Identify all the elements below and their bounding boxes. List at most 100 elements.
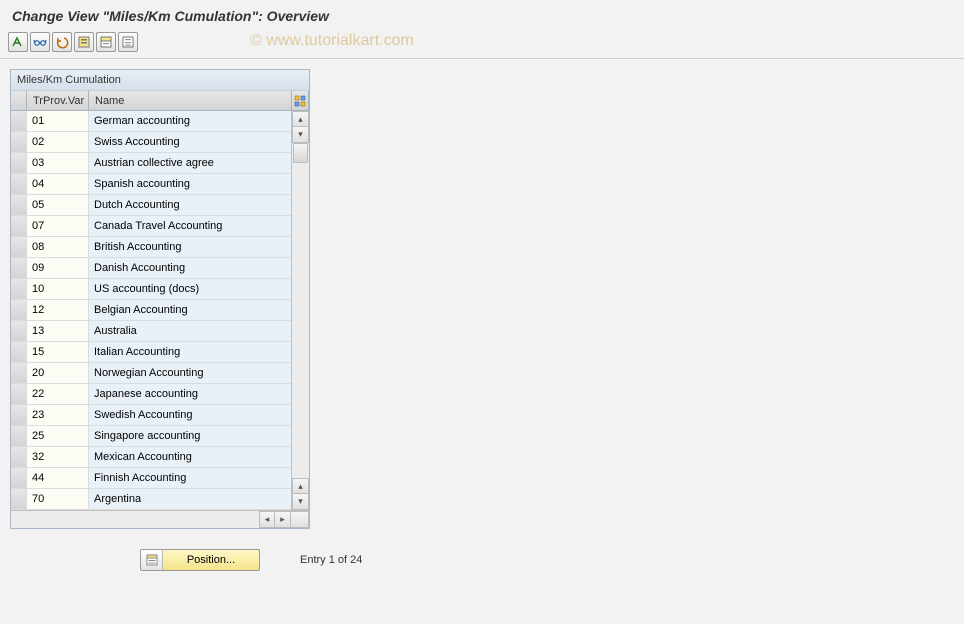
table-row[interactable]: 02Swiss Accounting: [11, 132, 291, 153]
row-selector[interactable]: [11, 132, 27, 152]
row-selector[interactable]: [11, 321, 27, 341]
cell-trprov[interactable]: 10: [27, 279, 89, 299]
table-header: TrProv.Var Name: [11, 91, 309, 111]
header-select-column[interactable]: [11, 91, 27, 110]
row-selector[interactable]: [11, 300, 27, 320]
cell-trprov[interactable]: 13: [27, 321, 89, 341]
scroll-right-icon[interactable]: ▸: [275, 511, 291, 528]
cell-name[interactable]: Mexican Accounting: [89, 447, 291, 467]
cell-name[interactable]: Canada Travel Accounting: [89, 216, 291, 236]
cell-trprov[interactable]: 20: [27, 363, 89, 383]
table-row[interactable]: 12Belgian Accounting: [11, 300, 291, 321]
cell-trprov[interactable]: 05: [27, 195, 89, 215]
cell-trprov[interactable]: 23: [27, 405, 89, 425]
row-selector[interactable]: [11, 153, 27, 173]
scroll-down-icon[interactable]: ▾: [292, 494, 309, 510]
row-selector[interactable]: [11, 363, 27, 383]
toolbar-glasses-icon[interactable]: [30, 32, 50, 52]
table-row[interactable]: 09Danish Accounting: [11, 258, 291, 279]
toolbar-change-icon[interactable]: [8, 32, 28, 52]
table-body: 01German accounting02Swiss Accounting03A…: [11, 111, 291, 510]
row-selector[interactable]: [11, 405, 27, 425]
toolbar-undo-icon[interactable]: [52, 32, 72, 52]
cell-name[interactable]: US accounting (docs): [89, 279, 291, 299]
cell-name[interactable]: Austrian collective agree: [89, 153, 291, 173]
cell-trprov[interactable]: 70: [27, 489, 89, 509]
cell-trprov[interactable]: 32: [27, 447, 89, 467]
horizontal-scrollbar[interactable]: ◂ ▸: [11, 510, 309, 528]
toolbar-deselect-all-icon[interactable]: [118, 32, 138, 52]
cell-trprov[interactable]: 25: [27, 426, 89, 446]
row-selector[interactable]: [11, 195, 27, 215]
cell-name[interactable]: British Accounting: [89, 237, 291, 257]
cell-trprov[interactable]: 02: [27, 132, 89, 152]
cell-trprov[interactable]: 22: [27, 384, 89, 404]
content-area: Miles/Km Cumulation TrProv.Var Name 01Ge…: [0, 59, 964, 591]
cell-trprov[interactable]: 15: [27, 342, 89, 362]
cell-name[interactable]: Swiss Accounting: [89, 132, 291, 152]
cell-name[interactable]: Argentina: [89, 489, 291, 509]
cell-name[interactable]: Spanish accounting: [89, 174, 291, 194]
table-row[interactable]: 32Mexican Accounting: [11, 447, 291, 468]
cell-trprov[interactable]: 04: [27, 174, 89, 194]
scroll-up-end-icon[interactable]: ▴: [292, 478, 309, 494]
table-row[interactable]: 70Argentina: [11, 489, 291, 510]
cell-trprov[interactable]: 12: [27, 300, 89, 320]
table-row[interactable]: 44Finnish Accounting: [11, 468, 291, 489]
table-row[interactable]: 23Swedish Accounting: [11, 405, 291, 426]
scroll-up-icon[interactable]: ▴: [292, 111, 309, 127]
cell-name[interactable]: Belgian Accounting: [89, 300, 291, 320]
cell-name[interactable]: Singapore accounting: [89, 426, 291, 446]
row-selector[interactable]: [11, 111, 27, 131]
cell-name[interactable]: Danish Accounting: [89, 258, 291, 278]
row-selector[interactable]: [11, 216, 27, 236]
row-selector[interactable]: [11, 258, 27, 278]
vertical-scrollbar[interactable]: ▴ ▾ ▴ ▾: [291, 111, 309, 510]
cell-trprov[interactable]: 01: [27, 111, 89, 131]
table-row[interactable]: 01German accounting: [11, 111, 291, 132]
cell-trprov[interactable]: 09: [27, 258, 89, 278]
table-row[interactable]: 25Singapore accounting: [11, 426, 291, 447]
table-row[interactable]: 13Australia: [11, 321, 291, 342]
cell-name[interactable]: Australia: [89, 321, 291, 341]
position-button[interactable]: Position...: [140, 549, 260, 571]
cell-name[interactable]: Finnish Accounting: [89, 468, 291, 488]
toolbar-select-all-icon[interactable]: [74, 32, 94, 52]
cell-name[interactable]: Dutch Accounting: [89, 195, 291, 215]
cell-trprov[interactable]: 08: [27, 237, 89, 257]
scroll-thumb[interactable]: [293, 143, 308, 163]
table-row[interactable]: 10US accounting (docs): [11, 279, 291, 300]
cell-name[interactable]: Italian Accounting: [89, 342, 291, 362]
row-selector[interactable]: [11, 342, 27, 362]
cell-trprov[interactable]: 03: [27, 153, 89, 173]
row-selector[interactable]: [11, 468, 27, 488]
table-row[interactable]: 05Dutch Accounting: [11, 195, 291, 216]
table-row[interactable]: 04Spanish accounting: [11, 174, 291, 195]
column-header-trprov[interactable]: TrProv.Var: [27, 91, 89, 110]
row-selector[interactable]: [11, 237, 27, 257]
table-row[interactable]: 03Austrian collective agree: [11, 153, 291, 174]
column-header-name[interactable]: Name: [89, 91, 291, 110]
row-selector[interactable]: [11, 426, 27, 446]
table-row[interactable]: 20Norwegian Accounting: [11, 363, 291, 384]
cell-name[interactable]: Japanese accounting: [89, 384, 291, 404]
row-selector[interactable]: [11, 279, 27, 299]
row-selector[interactable]: [11, 489, 27, 509]
cell-name[interactable]: Norwegian Accounting: [89, 363, 291, 383]
table-row[interactable]: 22Japanese accounting: [11, 384, 291, 405]
row-selector[interactable]: [11, 384, 27, 404]
table-row[interactable]: 08British Accounting: [11, 237, 291, 258]
cell-trprov[interactable]: 07: [27, 216, 89, 236]
scroll-down-step-icon[interactable]: ▾: [292, 127, 309, 143]
cell-name[interactable]: Swedish Accounting: [89, 405, 291, 425]
cell-name[interactable]: German accounting: [89, 111, 291, 131]
toolbar-select-block-icon[interactable]: [96, 32, 116, 52]
table-configure-icon[interactable]: [291, 91, 309, 110]
scroll-track[interactable]: [292, 143, 309, 478]
cell-trprov[interactable]: 44: [27, 468, 89, 488]
scroll-left-icon[interactable]: ◂: [259, 511, 275, 528]
row-selector[interactable]: [11, 174, 27, 194]
table-row[interactable]: 15Italian Accounting: [11, 342, 291, 363]
row-selector[interactable]: [11, 447, 27, 467]
table-row[interactable]: 07Canada Travel Accounting: [11, 216, 291, 237]
